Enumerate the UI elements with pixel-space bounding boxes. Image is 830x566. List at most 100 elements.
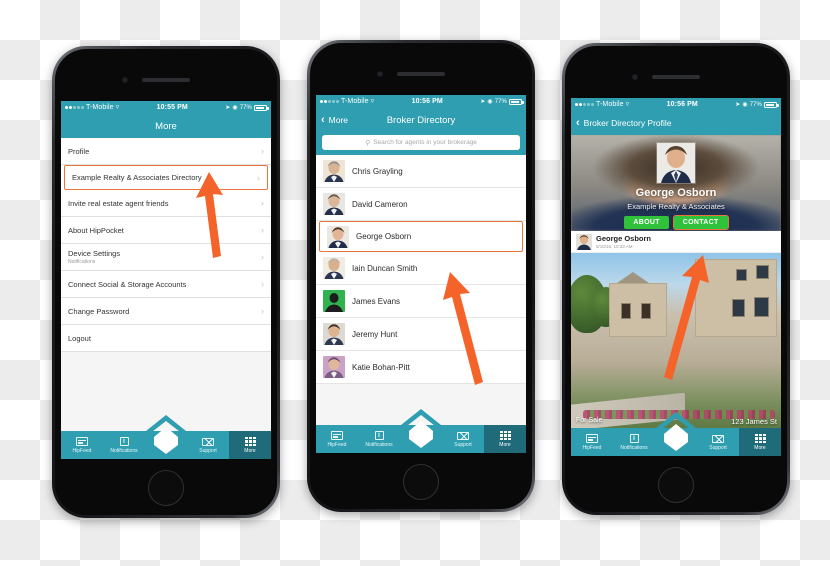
contact-name: George Osborn (356, 232, 412, 241)
window (754, 297, 769, 317)
status-right: ➤ ◉ 77% (735, 101, 779, 108)
menu-row-label: Device Settings (68, 249, 121, 258)
nav-bar-1: More (61, 114, 271, 138)
contact-row[interactable]: James Evans (316, 285, 526, 318)
tab-more[interactable]: More (739, 428, 781, 456)
contact-button[interactable]: CONTACT (672, 215, 729, 230)
carrier-label: T-Mobile (596, 101, 624, 108)
menu-row-label: Connect Social & Storage Accounts (68, 279, 187, 289)
menu-row[interactable]: Invite real estate agent friends › (61, 190, 271, 217)
menu-row[interactable]: Device Settings Notifications › (61, 244, 271, 271)
tab-support[interactable]: Support (697, 428, 739, 456)
menu-row-label: Example Realty & Associates Directory (72, 173, 202, 182)
window (736, 269, 747, 281)
tab-support[interactable]: Support (442, 425, 484, 453)
status-bar-3: T-Mobile ▿ 10:56 PM ➤ ◉ 77% (571, 98, 781, 111)
tab-notifications[interactable]: i Notifications (103, 431, 145, 459)
contact-row[interactable]: Chris Grayling (316, 155, 526, 188)
menu-row[interactable]: Connect Social & Storage Accounts › (61, 271, 271, 298)
about-button[interactable]: ABOUT (624, 216, 669, 229)
tab-bar-2: HipFeed i Notifications Support More (316, 409, 526, 453)
back-button-3[interactable]: ‹ Broker Directory Profile (576, 116, 672, 129)
contact-avatar (323, 257, 345, 279)
contact-name: Katie Bohan-Pitt (352, 362, 410, 372)
menu-row[interactable]: Example Realty & Associates Directory › (64, 165, 268, 190)
tab-center-spacer (655, 428, 697, 456)
status-bar-2: T-Mobile ▿ 10:56 PM ➤ ◉ 77% (316, 95, 526, 108)
tab-hipfeed[interactable]: HipFeed (316, 425, 358, 453)
menu-row[interactable]: Logout (61, 325, 271, 352)
tab-hipfeed[interactable]: HipFeed (61, 431, 103, 459)
tab-bar-1: HipFeed i Notifications Support More (61, 415, 271, 459)
listing-photo[interactable]: For Sale 123 James St (571, 253, 781, 428)
search-placeholder: Search for agents in your brokerage (373, 139, 477, 146)
feed-icon (76, 437, 88, 447)
status-right: ➤ ◉ 77% (225, 104, 269, 111)
home-button[interactable] (148, 470, 184, 506)
phone-device-3: T-Mobile ▿ 10:56 PM ➤ ◉ 77% ‹ Broker Dir… (562, 43, 790, 515)
contact-avatar (327, 225, 349, 248)
menu-row-text: Logout (68, 334, 91, 343)
contact-row[interactable]: Katie Bohan-Pitt (316, 351, 526, 384)
menu-row-label: Logout (68, 333, 91, 343)
contact-row[interactable]: Jeremy Hunt (316, 318, 526, 351)
front-camera-icon (122, 77, 128, 83)
phone-bezel-2: T-Mobile ▿ 10:56 PM ➤ ◉ 77% ‹ More Broke… (310, 43, 532, 509)
search-input[interactable]: ⚲ Search for agents in your brokerage (322, 135, 520, 150)
tab-bar-3: HipFeed i Notifications Support More (571, 412, 781, 456)
broker-contact-list: Chris Grayling David Cameron George Osborn… (316, 155, 526, 384)
battery-percent: 77% (239, 104, 252, 111)
tab-hipfeed[interactable]: HipFeed (571, 428, 613, 456)
battery-icon (509, 98, 524, 105)
house-side-wing (609, 283, 667, 337)
contact-row[interactable]: Iain Duncan Smith (316, 252, 526, 285)
menu-row-text: Change Password (68, 307, 129, 316)
screen-2: T-Mobile ▿ 10:56 PM ➤ ◉ 77% ‹ More Broke… (316, 95, 526, 453)
home-button[interactable] (403, 464, 439, 500)
window (756, 265, 769, 279)
grid-icon (754, 434, 766, 444)
tab-notifications[interactable]: i Notifications (613, 428, 655, 456)
front-camera-icon (377, 71, 383, 77)
entry-door (621, 303, 631, 319)
bell-icon: i (119, 437, 129, 447)
tab-label-support: Support (709, 444, 727, 451)
contact-row[interactable]: George Osborn (319, 221, 523, 252)
content-1: Profile › Example Realty & Associates Dire… (61, 138, 271, 431)
status-time-3: 10:56 PM (666, 101, 698, 108)
chevron-left-icon: ‹ (576, 116, 580, 129)
tab-more[interactable]: More (229, 431, 271, 459)
carrier-label: T-Mobile (86, 104, 114, 111)
earpiece-speaker (142, 78, 190, 82)
chevron-right-icon: › (261, 252, 264, 262)
location-arrow-icon: ➤ (735, 102, 741, 108)
tab-center-spacer (400, 425, 442, 453)
phone-bezel-1: T-Mobile ▿ 10:55 PM ➤ ◉ 77% More Profile… (55, 49, 277, 515)
contact-name: Chris Grayling (352, 166, 403, 176)
signal-strength-icon (575, 103, 594, 106)
contact-row[interactable]: David Cameron (316, 188, 526, 221)
back-button-2[interactable]: ‹ More (321, 114, 348, 126)
menu-row-text: Device Settings Notifications (68, 249, 120, 265)
contact-name: Iain Duncan Smith (352, 263, 418, 273)
screen-1: T-Mobile ▿ 10:55 PM ➤ ◉ 77% More Profile… (61, 101, 271, 459)
search-icon: ⚲ (365, 139, 371, 147)
battery-icon (764, 101, 779, 108)
page-title-1: More (155, 120, 177, 132)
home-button[interactable] (658, 467, 694, 503)
roof (617, 272, 649, 283)
alarm-icon: ◉ (487, 99, 493, 105)
profile-organization: Example Realty & Associates (627, 202, 725, 211)
listing-post-header: George Osborn 5/10/16, 10:33 AM (571, 231, 781, 253)
contact-avatar (323, 323, 345, 345)
tab-more[interactable]: More (484, 425, 526, 453)
nav-bar-3: ‹ Broker Directory Profile (571, 111, 781, 135)
menu-row[interactable]: Profile › (61, 138, 271, 165)
menu-row[interactable]: Change Password › (61, 298, 271, 325)
menu-row[interactable]: About HipPocket › (61, 217, 271, 244)
tab-label-support: Support (199, 447, 217, 454)
tab-notifications[interactable]: i Notifications (358, 425, 400, 453)
signal-strength-icon (65, 106, 84, 109)
tab-support[interactable]: Support (187, 431, 229, 459)
battery-icon (254, 104, 269, 111)
